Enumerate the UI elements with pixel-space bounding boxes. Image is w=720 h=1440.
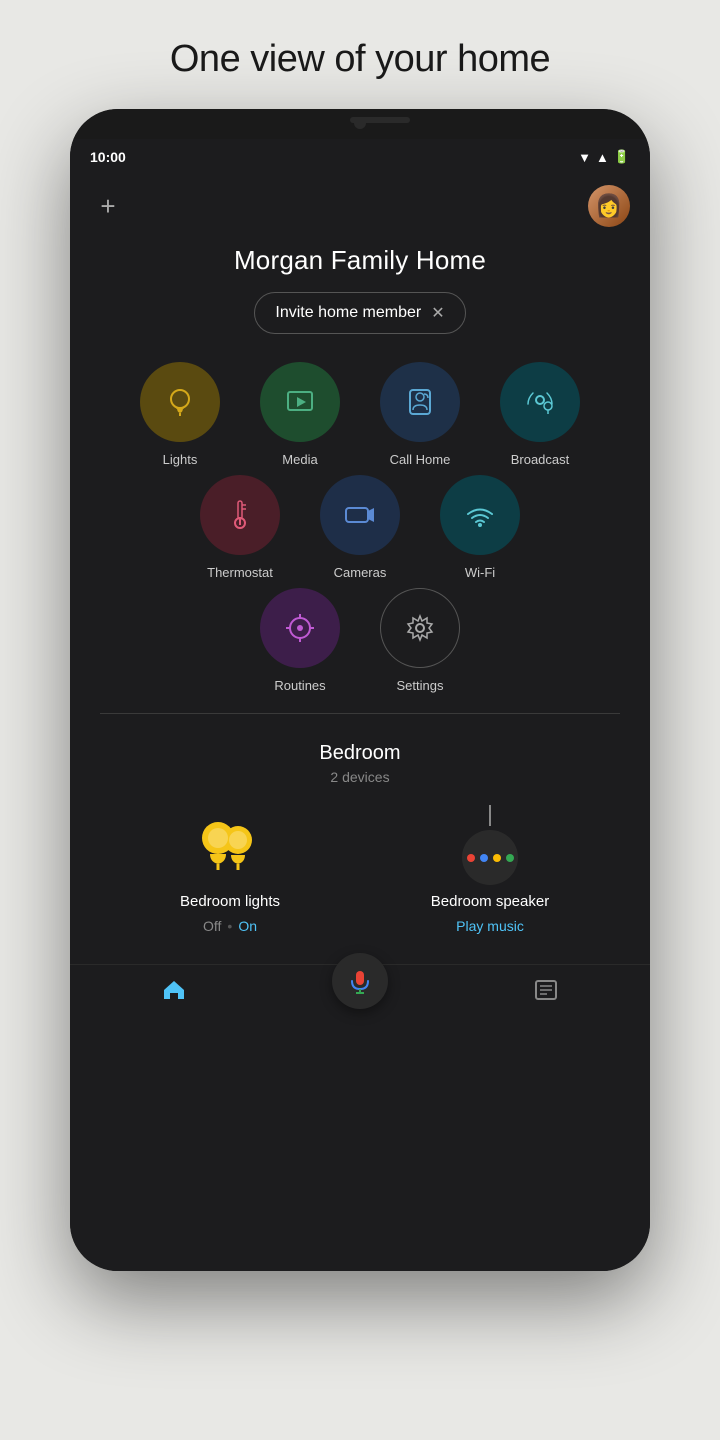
callhome-circle — [380, 362, 460, 442]
dot-blue — [480, 854, 488, 862]
status-off-text: Off — [203, 918, 221, 934]
app-content: + 👩 Morgan Family Home Invite home membe… — [70, 171, 650, 1271]
lights-circle — [140, 362, 220, 442]
grid-item-wifi[interactable]: Wi-Fi — [430, 475, 530, 580]
grid-item-broadcast[interactable]: Broadcast — [490, 362, 590, 467]
grid-item-media[interactable]: Media — [250, 362, 350, 467]
grid-item-callhome[interactable]: Call Home — [370, 362, 470, 467]
grid-row-1: Lights Media — [90, 362, 630, 467]
top-bar: + 👩 — [70, 171, 650, 241]
invite-text: Invite home member — [275, 304, 421, 322]
broadcast-label: Broadcast — [511, 452, 570, 467]
wifi-label: Wi-Fi — [465, 565, 495, 580]
status-time: 10:00 — [90, 149, 126, 165]
wifi-circle — [440, 475, 520, 555]
grid-item-lights[interactable]: Lights — [130, 362, 230, 467]
invite-pill[interactable]: Invite home member ✕ — [254, 292, 465, 334]
bedroom-subtitle: 2 devices — [90, 769, 630, 785]
cameras-label: Cameras — [334, 565, 387, 580]
speaker-dots — [467, 854, 514, 862]
device-row: Bedroom lights Off • On — [90, 805, 630, 934]
phone-top — [70, 109, 650, 139]
status-icons: ▼ ▲ 🔋 — [578, 149, 630, 165]
dot-yellow — [493, 854, 501, 862]
section-divider — [100, 713, 620, 714]
bedroom-title: Bedroom — [90, 742, 630, 765]
media-label: Media — [282, 452, 317, 467]
bedroom-lights-icon — [190, 805, 270, 885]
routines-circle — [260, 588, 340, 668]
thermostat-circle — [200, 475, 280, 555]
avatar[interactable]: 👩 — [588, 185, 630, 227]
bottom-nav — [70, 964, 650, 1019]
nav-list-button[interactable] — [533, 977, 559, 1003]
grid-section: Lights Media — [70, 358, 650, 693]
status-bar: 10:00 ▼ ▲ 🔋 — [70, 139, 650, 171]
speaker-body — [462, 830, 518, 885]
broadcast-circle — [500, 362, 580, 442]
cameras-circle — [320, 475, 400, 555]
settings-label: Settings — [397, 678, 444, 693]
media-circle — [260, 362, 340, 442]
bedroom-speaker-card[interactable]: Bedroom speaker Play music — [390, 805, 590, 934]
bedroom-lights-name: Bedroom lights — [180, 893, 280, 910]
routines-label: Routines — [274, 678, 325, 693]
nav-home-button[interactable] — [161, 977, 187, 1003]
battery-icon: 🔋 — [614, 149, 630, 165]
bedroom-speaker-icon — [450, 805, 530, 885]
bedroom-speaker-name: Bedroom speaker — [431, 893, 549, 910]
speaker-pole — [489, 805, 491, 826]
avatar-image: 👩 — [595, 193, 622, 219]
play-music-link[interactable]: Play music — [456, 918, 524, 934]
page-title: One view of your home — [130, 0, 590, 109]
phone-speaker — [350, 117, 410, 123]
phone-frame: 10:00 ▼ ▲ 🔋 + 👩 Morgan Family Home Invit… — [70, 109, 650, 1271]
grid-item-settings[interactable]: Settings — [370, 588, 470, 693]
grid-item-cameras[interactable]: Cameras — [310, 475, 410, 580]
mic-fab-button[interactable] — [332, 953, 388, 1009]
add-button[interactable]: + — [90, 188, 126, 224]
grid-item-routines[interactable]: Routines — [250, 588, 350, 693]
dot-green — [506, 854, 514, 862]
lights-label: Lights — [163, 452, 198, 467]
signal-icon: ▲ — [596, 150, 609, 165]
thermostat-label: Thermostat — [207, 565, 273, 580]
bedroom-lights-status: Off • On — [203, 918, 257, 934]
bedroom-section: Bedroom 2 devices — [70, 734, 650, 934]
grid-row-2: Thermostat Cameras — [90, 475, 630, 580]
bedroom-lights-card[interactable]: Bedroom lights Off • On — [130, 805, 330, 934]
home-title: Morgan Family Home — [70, 241, 650, 292]
grid-row-3: Routines Settings — [90, 588, 630, 693]
status-on-text: On — [238, 918, 257, 934]
status-dot: • — [227, 918, 232, 934]
dot-red — [467, 854, 475, 862]
grid-item-thermostat[interactable]: Thermostat — [190, 475, 290, 580]
invite-close-icon[interactable]: ✕ — [431, 303, 444, 323]
settings-circle — [380, 588, 460, 668]
callhome-label: Call Home — [390, 452, 451, 467]
wifi-status-icon: ▼ — [578, 150, 591, 165]
